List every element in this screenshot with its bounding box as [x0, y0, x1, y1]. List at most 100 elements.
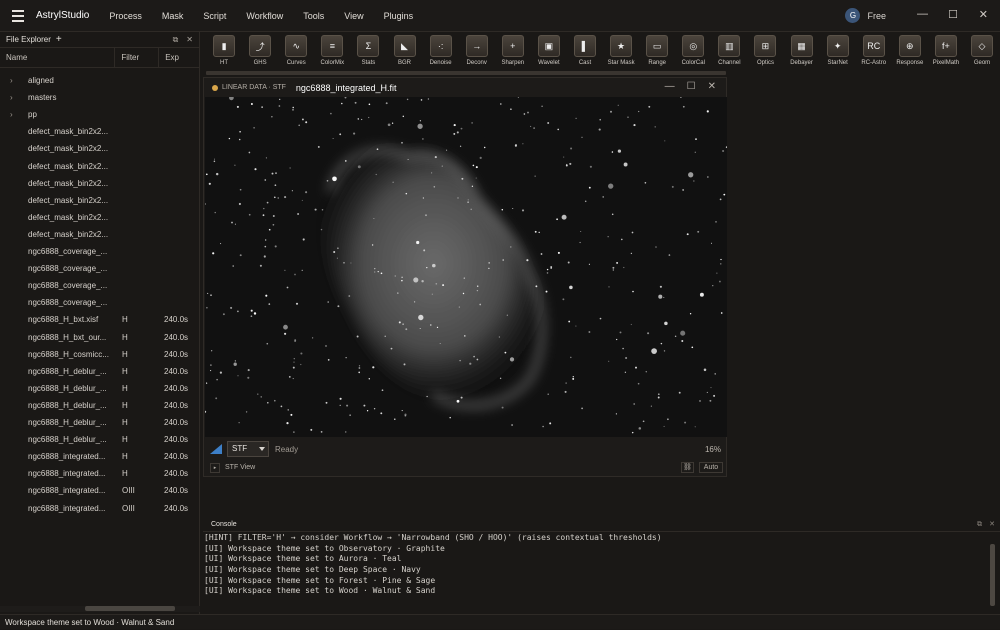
col-filter[interactable]: Filter: [115, 47, 160, 68]
console-title: Console: [211, 521, 237, 528]
menu-process[interactable]: Process: [109, 11, 142, 21]
hamburger-icon[interactable]: [12, 9, 24, 22]
tool-label: Denoise: [429, 60, 452, 66]
expand-icon[interactable]: ▸: [210, 462, 220, 473]
col-name[interactable]: Name: [0, 47, 116, 68]
tool-range[interactable]: ▭ Range: [639, 32, 675, 70]
auto-button[interactable]: Auto: [699, 462, 723, 473]
tool-star-mask[interactable]: ★ Star Mask: [603, 32, 639, 70]
file-row[interactable]: ngc6888_integrated... H 240.0s: [0, 448, 200, 465]
file-name: ngc6888_coverage_...: [28, 281, 108, 291]
tool-response[interactable]: ⊕ Response: [892, 32, 928, 70]
tool-colormix[interactable]: ≡ ColorMix: [314, 32, 350, 70]
float-panel-icon[interactable]: ⧉: [173, 35, 179, 45]
file-row[interactable]: ngc6888_H_deblur_... H 240.0s: [0, 380, 200, 397]
histogram-icon[interactable]: [209, 442, 223, 455]
tool-icon: ⊞: [754, 35, 777, 57]
file-row[interactable]: defect_mask_bin2x2...: [0, 175, 200, 192]
image-maximize-icon[interactable]: ☐: [687, 81, 696, 92]
file-name: ngc6888_H_deblur_...: [28, 435, 107, 445]
tool-icon: ◣: [393, 35, 416, 57]
folder-row[interactable]: › aligned: [0, 72, 200, 89]
file-row[interactable]: ngc6888_H_bxt.xisf H 240.0s: [0, 311, 200, 328]
file-row[interactable]: defect_mask_bin2x2...: [0, 158, 200, 175]
menu-workflow[interactable]: Workflow: [246, 11, 283, 21]
file-name: ngc6888_H_deblur_...: [28, 400, 107, 410]
file-row[interactable]: ngc6888_integrated... OIII 240.0s: [0, 500, 200, 517]
tool-curves[interactable]: ∿ Curves: [278, 32, 314, 70]
file-name: defect_mask_bin2x2...: [28, 229, 109, 239]
maximize-icon[interactable]: ☐: [948, 8, 958, 21]
menu-script[interactable]: Script: [203, 11, 226, 21]
tool-label: HT: [220, 60, 229, 66]
close-panel-icon[interactable]: ✕: [186, 35, 193, 45]
minimize-icon[interactable]: —: [917, 8, 928, 20]
folder-row[interactable]: › masters: [0, 89, 200, 106]
image-close-icon[interactable]: ✕: [708, 81, 716, 92]
image-minimize-icon[interactable]: —: [665, 81, 675, 92]
tool-debayer[interactable]: ▦ Debayer: [784, 32, 820, 70]
menu-view[interactable]: View: [344, 11, 363, 21]
tool-sharpen[interactable]: + Sharpen: [495, 32, 531, 70]
tool-deconv[interactable]: → Deconv: [459, 32, 495, 70]
file-row[interactable]: ngc6888_coverage_...: [0, 260, 200, 277]
tool-icon: ✦: [826, 35, 849, 57]
chevron-right-icon[interactable]: ›: [10, 72, 13, 89]
file-row[interactable]: defect_mask_bin2x2...: [0, 209, 200, 226]
file-row[interactable]: ngc6888_coverage_...: [0, 243, 200, 260]
menu-mask[interactable]: Mask: [162, 11, 184, 21]
file-row[interactable]: ngc6888_integrated... H 240.0s: [0, 465, 200, 482]
chevron-right-icon[interactable]: ›: [10, 89, 13, 106]
file-row[interactable]: defect_mask_bin2x2...: [0, 226, 200, 243]
console-close-icon[interactable]: ✕: [989, 518, 995, 531]
console-line: [UI] Workspace theme set to Wood · Walnu…: [204, 586, 436, 596]
tool-starnet[interactable]: ✦ StarNet: [820, 32, 856, 70]
folder-row[interactable]: › pp: [0, 106, 200, 123]
image-canvas[interactable]: [205, 97, 727, 437]
link-icon[interactable]: ⛓: [681, 462, 694, 473]
tool-ht[interactable]: ▮ HT: [206, 32, 242, 70]
tool-stats[interactable]: Σ Stats: [350, 32, 386, 70]
close-icon[interactable]: ✕: [979, 8, 988, 21]
tool-optics[interactable]: ⊞ Optics: [747, 32, 783, 70]
console-output[interactable]: [HINT] FILTER='H' → consider Workflow → …: [203, 533, 1000, 613]
file-row[interactable]: ngc6888_H_deblur_... H 240.0s: [0, 363, 200, 380]
tool-rc-astro[interactable]: RC RC-Astro: [856, 32, 892, 70]
file-row[interactable]: defect_mask_bin2x2...: [0, 123, 200, 140]
horizontal-scrollbar[interactable]: [0, 606, 200, 612]
menu-tools[interactable]: Tools: [303, 11, 324, 21]
file-row[interactable]: defect_mask_bin2x2...: [0, 140, 200, 157]
user-account[interactable]: G Free: [845, 8, 886, 23]
file-row[interactable]: ngc6888_H_deblur_... H 240.0s: [0, 397, 200, 414]
console-line: [HINT] FILTER='H' → consider Workflow → …: [204, 533, 662, 542]
console-float-icon[interactable]: ⧉: [977, 518, 982, 531]
tool-denoise[interactable]: ·: Denoise: [423, 32, 459, 70]
file-row[interactable]: ngc6888_H_deblur_... H 240.0s: [0, 431, 200, 448]
tool-bgr[interactable]: ◣ BGR: [386, 32, 422, 70]
file-row[interactable]: ngc6888_integrated... OIII 240.0s: [0, 482, 200, 499]
tool-channel[interactable]: ▥ Channel: [711, 32, 747, 70]
file-row[interactable]: defect_mask_bin2x2...: [0, 192, 200, 209]
tool-pixelmath[interactable]: f+ PixelMath: [928, 32, 964, 70]
linear-indicator-icon: [212, 84, 218, 91]
file-row[interactable]: ngc6888_H_bxt_our... H 240.0s: [0, 329, 200, 346]
stf-view-label[interactable]: STF View: [225, 464, 255, 471]
toolbar-scrollbar[interactable]: [206, 71, 726, 75]
add-icon[interactable]: +: [56, 34, 62, 45]
file-row[interactable]: ngc6888_H_cosmicc... H 240.0s: [0, 346, 200, 363]
tool-colorcal[interactable]: ◎ ColorCal: [675, 32, 711, 70]
menu-plugins[interactable]: Plugins: [384, 11, 414, 21]
console-scrollbar[interactable]: [990, 544, 995, 606]
col-exp[interactable]: Exp: [159, 48, 199, 68]
chevron-right-icon[interactable]: ›: [10, 106, 13, 123]
file-row[interactable]: ngc6888_coverage_...: [0, 294, 200, 311]
tool-icon: ⤴: [249, 35, 272, 57]
tool-label: Deconv: [466, 60, 487, 66]
tool-wavelet[interactable]: ▣ Wavelet: [531, 32, 567, 70]
tool-geom[interactable]: ◇ Geom: [964, 32, 1000, 70]
file-row[interactable]: ngc6888_H_deblur_... H 240.0s: [0, 414, 200, 431]
tool-cast[interactable]: ▌ Cast: [567, 32, 603, 70]
tool-ghs[interactable]: ⤴ GHS: [242, 32, 278, 70]
stf-dropdown[interactable]: STF: [227, 441, 269, 457]
file-row[interactable]: ngc6888_coverage_...: [0, 277, 200, 294]
